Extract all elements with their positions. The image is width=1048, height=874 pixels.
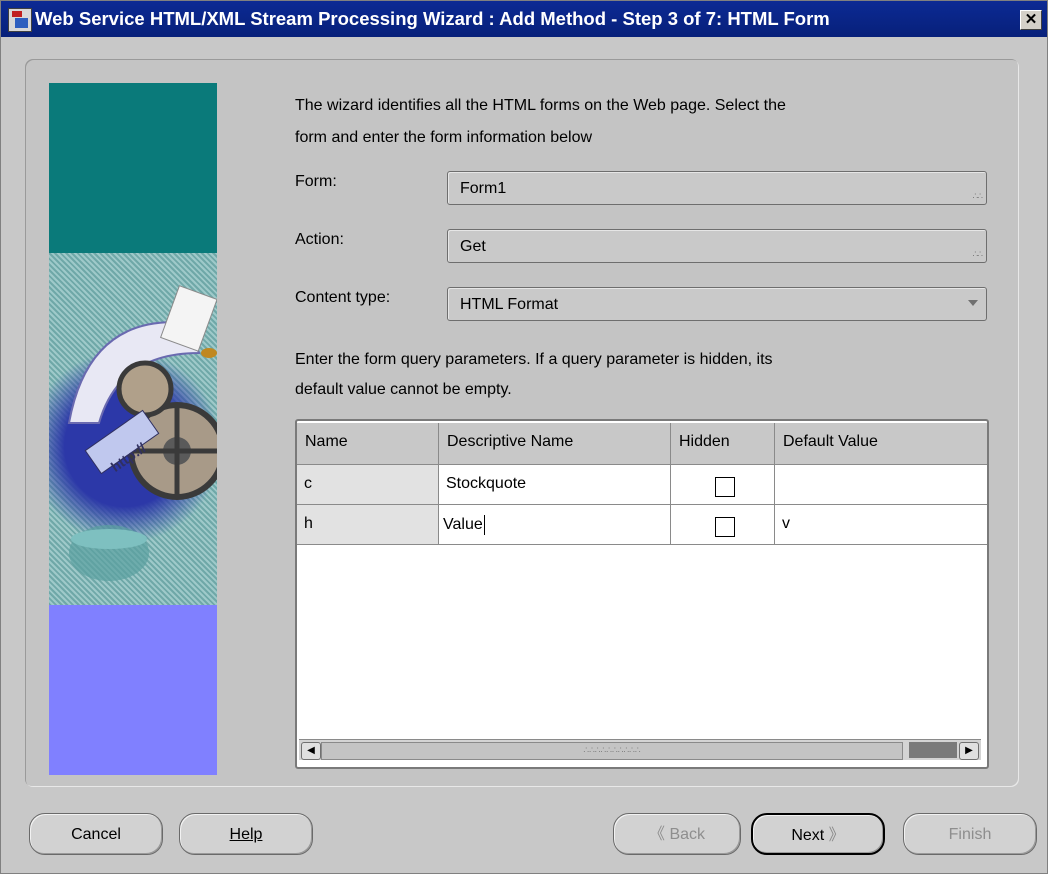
column-header-hidden[interactable]: Hidden xyxy=(671,423,775,465)
form-field[interactable]: Form1 ∴∴ xyxy=(447,171,987,205)
horizontal-scrollbar[interactable]: ◀ ∴∴∴∴∴∴∴∴∴∴ ▶ xyxy=(299,739,981,760)
row1-descriptive-name-cell[interactable]: Stockquote xyxy=(439,465,671,505)
resize-grip-icon: ∴∴ xyxy=(972,191,984,201)
wizard-window: Web Service HTML/XML Stream Processing W… xyxy=(0,0,1048,874)
intro-text-1: The wizard identifies all the HTML forms… xyxy=(295,97,786,114)
params-table[interactable]: Name Descriptive Name Hidden Default Val… xyxy=(295,419,989,769)
resize-grip-icon: ∴∴ xyxy=(972,249,984,259)
action-value: Get xyxy=(460,238,486,255)
form-label: Form: xyxy=(295,173,337,190)
content-type-dropdown[interactable]: HTML Format xyxy=(447,287,987,321)
text-cursor xyxy=(483,515,485,535)
form-value: Form1 xyxy=(460,180,507,197)
next-label: Next xyxy=(791,827,825,844)
window-title: Web Service HTML/XML Stream Processing W… xyxy=(35,8,830,29)
row2-name-cell[interactable]: h xyxy=(297,505,439,545)
row1-name-cell[interactable]: c xyxy=(297,465,439,505)
scroll-track[interactable] xyxy=(909,742,957,758)
cancel-label: Cancel xyxy=(71,826,121,843)
row2-hidden-checkbox[interactable] xyxy=(715,517,735,537)
help-button[interactable]: Help xyxy=(179,813,313,855)
row2-descriptive-name-text: Value xyxy=(443,516,483,534)
scroll-thumb[interactable]: ∴∴∴∴∴∴∴∴∴∴ xyxy=(321,742,903,760)
finish-label: Finish xyxy=(948,826,992,843)
gear-globe-illustration: http:// xyxy=(67,285,217,581)
action-field[interactable]: Get ∴∴ xyxy=(447,229,987,263)
app-icon[interactable] xyxy=(8,8,32,32)
row2-default-value-cell[interactable]: v xyxy=(775,505,987,545)
intro-text-2: form and enter the form information belo… xyxy=(295,129,593,146)
row2-hidden-cell xyxy=(671,505,775,545)
next-arrow-icon: 》 xyxy=(828,827,845,844)
row1-hidden-cell xyxy=(671,465,775,505)
content-type-label: Content type: xyxy=(295,289,391,306)
title-bar: Web Service HTML/XML Stream Processing W… xyxy=(1,1,1047,37)
close-icon[interactable]: ✕ xyxy=(1020,10,1042,30)
wizard-illustration: http:// xyxy=(49,83,217,775)
finish-button[interactable]: Finish xyxy=(903,813,1037,855)
action-label: Action: xyxy=(295,231,344,248)
content-type-value: HTML Format xyxy=(460,296,559,313)
column-header-default-value[interactable]: Default Value xyxy=(775,423,987,465)
next-button[interactable]: Next 》 xyxy=(751,813,885,855)
back-arrow-icon: 《 xyxy=(648,826,665,843)
back-label: Back xyxy=(669,826,706,843)
params-text-1: Enter the form query parameters. If a qu… xyxy=(295,351,773,368)
row2-descriptive-name-cell[interactable]: Value xyxy=(439,505,671,545)
dropdown-arrow-icon[interactable] xyxy=(968,300,978,306)
column-header-descriptive-name[interactable]: Descriptive Name xyxy=(439,423,671,465)
back-button[interactable]: 《 Back xyxy=(613,813,741,855)
cancel-button[interactable]: Cancel xyxy=(29,813,163,855)
column-header-name[interactable]: Name xyxy=(297,423,439,465)
scroll-left-icon[interactable]: ◀ xyxy=(301,742,321,760)
row1-hidden-checkbox[interactable] xyxy=(715,477,735,497)
params-text-2: default value cannot be empty. xyxy=(295,381,512,398)
help-label: Help xyxy=(229,826,263,843)
scroll-right-icon[interactable]: ▶ xyxy=(959,742,979,760)
row1-default-value-cell[interactable] xyxy=(775,465,987,505)
